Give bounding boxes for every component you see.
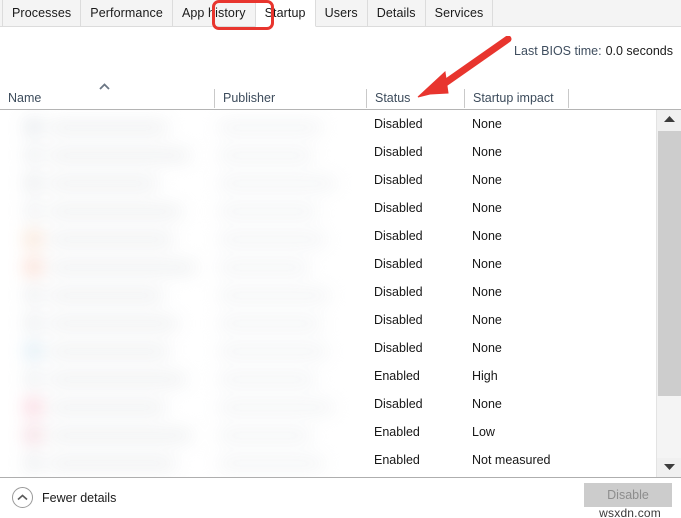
footer-bar: Fewer details Disable wsxdn.com — [0, 478, 681, 518]
cell-startup-impact: None — [464, 390, 568, 418]
name-column-sort-ascending-icon — [98, 78, 111, 87]
cell-startup-impact: Not measured — [464, 446, 568, 474]
tab-users-label: Users — [325, 6, 358, 20]
tab-startup[interactable]: Startup — [256, 0, 316, 27]
cell-status: Disabled — [366, 390, 464, 418]
cell-startup-impact: None — [464, 222, 568, 250]
tab-bar: Processes Performance App history Startu… — [0, 0, 681, 27]
cell-status: Disabled — [366, 166, 464, 194]
tab-performance-label: Performance — [90, 6, 163, 20]
column-header-status-label: Status — [375, 91, 410, 105]
cell-status: Disabled — [366, 306, 464, 334]
table-row[interactable]: Disabled None — [0, 138, 655, 166]
scrollbar-thumb[interactable] — [658, 131, 681, 396]
cell-status: Disabled — [366, 138, 464, 166]
cell-startup-impact: None — [464, 250, 568, 278]
tab-details[interactable]: Details — [368, 0, 426, 26]
scrollbar-track-lower[interactable] — [657, 396, 681, 458]
table-row[interactable]: Disabled None — [0, 110, 655, 138]
column-header-publisher[interactable]: Publisher — [215, 86, 366, 109]
table-row[interactable]: Disabled None — [0, 250, 655, 278]
tab-users[interactable]: Users — [316, 0, 368, 26]
column-header-status[interactable]: Status — [367, 86, 464, 109]
column-header-publisher-label: Publisher — [223, 91, 275, 105]
column-header-name-label: Name — [8, 91, 41, 105]
column-header-startup-impact-label: Startup impact — [473, 91, 554, 105]
column-header-startup-impact[interactable]: Startup impact — [465, 86, 568, 109]
tab-processes-label: Processes — [12, 6, 71, 20]
last-bios-time-value: 0.0 seconds — [606, 44, 673, 58]
column-divider-4[interactable] — [568, 89, 569, 108]
table-row[interactable]: Disabled None — [0, 334, 655, 362]
cell-status: Disabled — [366, 110, 464, 138]
tab-startup-label: Startup — [265, 6, 306, 20]
last-bios-time-label: Last BIOS time: — [514, 44, 602, 58]
cell-startup-impact: None — [464, 166, 568, 194]
cell-startup-impact: None — [464, 194, 568, 222]
tab-services-label: Services — [435, 6, 484, 20]
scroll-down-button[interactable] — [657, 458, 681, 477]
table-row[interactable]: Enabled Low — [0, 418, 655, 446]
table-row[interactable]: Disabled None — [0, 390, 655, 418]
cell-startup-impact: Low — [464, 418, 568, 446]
fewer-details-label: Fewer details — [42, 491, 116, 505]
chevron-up-icon — [664, 116, 675, 123]
cell-startup-impact: None — [464, 278, 568, 306]
table-row[interactable]: Disabled None — [0, 194, 655, 222]
cell-status: Disabled — [366, 278, 464, 306]
tab-performance[interactable]: Performance — [81, 0, 173, 26]
cell-startup-impact: High — [464, 362, 568, 390]
scroll-up-button[interactable] — [657, 110, 681, 129]
cell-status: Disabled — [366, 194, 464, 222]
cell-status: Enabled — [366, 446, 464, 474]
list-vertical-scrollbar[interactable] — [656, 110, 681, 477]
table-row[interactable]: Enabled Not measured — [0, 446, 655, 474]
chevron-down-icon — [664, 464, 675, 471]
fewer-details-button[interactable]: Fewer details — [12, 487, 116, 508]
cell-status: Disabled — [366, 222, 464, 250]
task-manager-window: Processes Performance App history Startu… — [0, 0, 681, 518]
tab-services[interactable]: Services — [426, 0, 494, 26]
table-row[interactable]: Disabled None — [0, 222, 655, 250]
cell-startup-impact: None — [464, 138, 568, 166]
disable-button-label: Disable — [607, 488, 649, 502]
cell-status: Enabled — [366, 362, 464, 390]
last-bios-time: Last BIOS time: 0.0 seconds — [514, 44, 673, 58]
tab-processes[interactable]: Processes — [2, 0, 81, 26]
startup-rows-container: Disabled None Disabled None Disabled Non… — [0, 110, 681, 477]
tab-app-history-label: App history — [182, 6, 246, 20]
disable-button[interactable]: Disable — [584, 483, 672, 507]
table-row[interactable]: Disabled None — [0, 306, 655, 334]
table-row[interactable]: Disabled None — [0, 278, 655, 306]
startup-items-list: Disabled None Disabled None Disabled Non… — [0, 110, 681, 477]
cell-startup-impact: None — [464, 110, 568, 138]
cell-startup-impact: None — [464, 334, 568, 362]
cell-status: Disabled — [366, 250, 464, 278]
chevron-up-circle-icon — [12, 487, 33, 508]
table-row[interactable]: Disabled None — [0, 166, 655, 194]
tab-details-label: Details — [377, 6, 416, 20]
cell-status: Enabled — [366, 418, 464, 446]
cell-status: Disabled — [366, 334, 464, 362]
cell-startup-impact: None — [464, 306, 568, 334]
watermark: wsxdn.com — [599, 506, 661, 518]
table-row[interactable]: Enabled High — [0, 362, 655, 390]
tab-app-history[interactable]: App history — [173, 0, 256, 26]
